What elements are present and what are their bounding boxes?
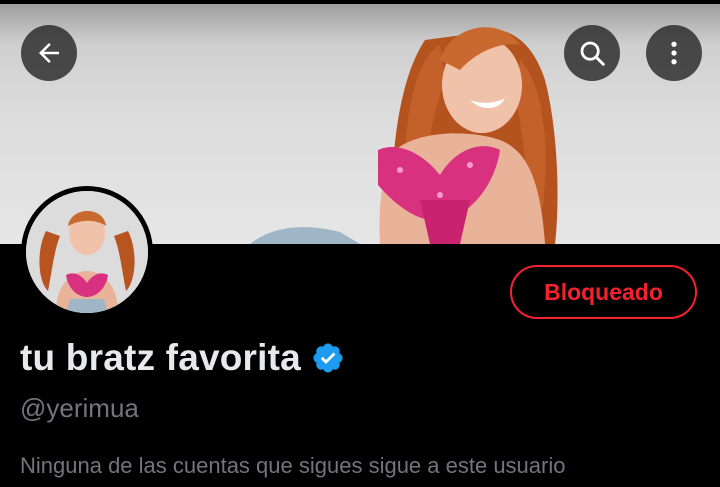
more-vertical-icon	[671, 41, 677, 65]
user-handle: @yerimua	[20, 393, 139, 423]
arrow-left-icon	[39, 43, 59, 63]
search-button[interactable]	[564, 25, 620, 81]
avatar-photo	[26, 191, 148, 313]
followers-you-know-note: Ninguna de las cuentas que sigues sigue …	[20, 453, 566, 478]
back-button[interactable]	[21, 25, 77, 81]
avatar[interactable]	[21, 186, 153, 318]
blocked-button[interactable]: Bloqueado	[510, 265, 697, 319]
display-name: tu bratz favorita	[20, 337, 301, 378]
profile-name-row: tu bratz favorita	[20, 334, 345, 382]
more-options-button[interactable]	[646, 25, 702, 81]
verified-badge-icon[interactable]	[311, 341, 345, 375]
search-icon	[580, 41, 605, 66]
